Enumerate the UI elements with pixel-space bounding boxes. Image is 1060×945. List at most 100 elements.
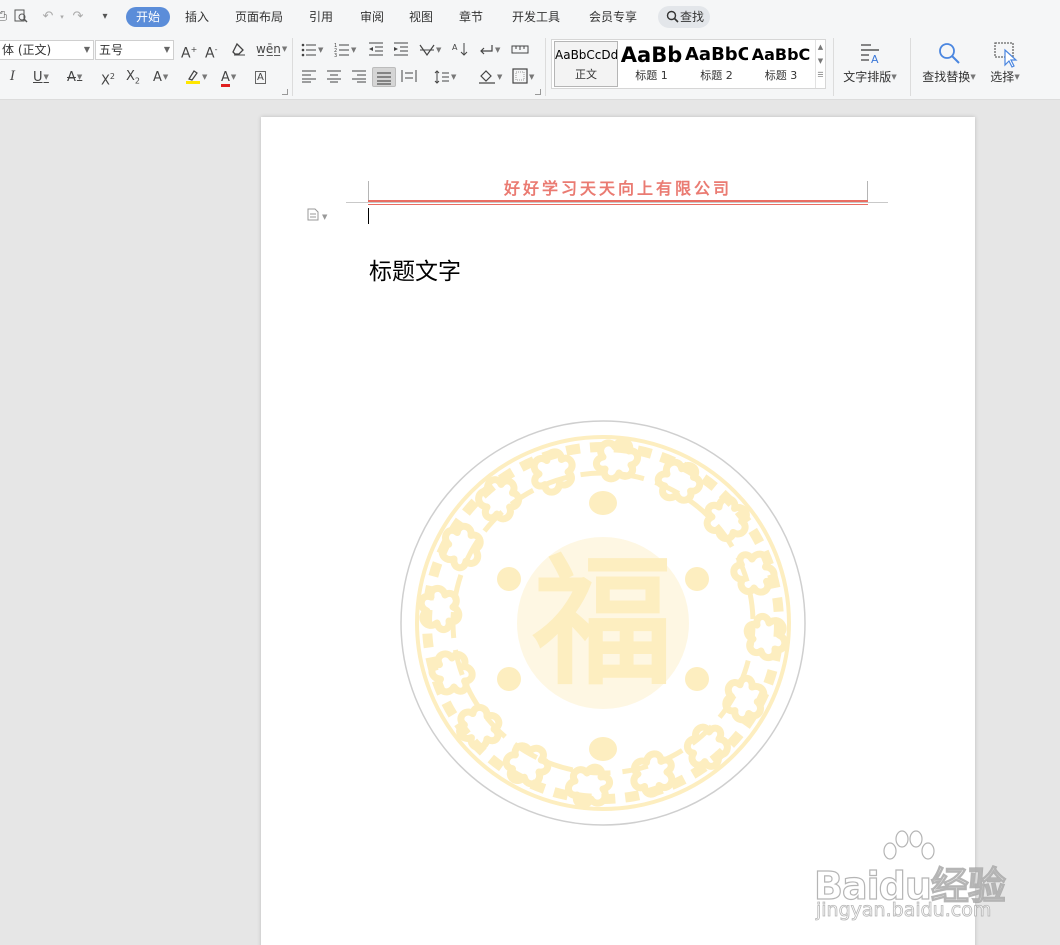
paragraph-layout-icon[interactable]: ▼ xyxy=(307,208,327,224)
ribbon-separator xyxy=(292,38,293,96)
style-label: 标题 2 xyxy=(700,69,733,82)
baidu-watermark: Baidu经验 jingyan.baidu.com xyxy=(810,825,1010,925)
align-left-icon[interactable] xyxy=(301,68,317,86)
text-layout-button[interactable]: A 文字排版▼ xyxy=(840,40,900,85)
customize-quick-access-icon[interactable]: ▾ xyxy=(97,9,113,25)
bullet-list-icon[interactable]: ▼ xyxy=(301,41,323,59)
tab-references[interactable]: 引用 xyxy=(307,7,335,27)
header-boundary-line xyxy=(346,202,888,203)
tab-review[interactable]: 审阅 xyxy=(358,7,386,27)
text-layout-label: 文字排版 xyxy=(843,70,892,84)
print-icon[interactable]: ⎙ xyxy=(0,9,10,25)
gallery-expand-icon[interactable]: ☰ xyxy=(816,68,825,82)
subscript-icon[interactable]: X2 xyxy=(126,68,140,86)
table-ruler-icon[interactable] xyxy=(511,41,529,59)
style-sample: AaBb xyxy=(620,43,683,67)
tab-chapter[interactable]: 章节 xyxy=(457,7,485,27)
font-size-value: 五号 xyxy=(99,43,124,57)
sort-icon[interactable]: A xyxy=(452,41,468,59)
svg-text:A: A xyxy=(452,43,458,52)
borders-icon[interactable]: ▼ xyxy=(512,68,534,86)
print-preview-icon[interactable] xyxy=(13,9,29,25)
tab-insert[interactable]: 插入 xyxy=(183,7,211,27)
style-heading-2[interactable]: AaBbC 标题 2 xyxy=(685,41,748,87)
tab-home[interactable]: 开始 xyxy=(126,7,171,27)
ribbon-separator xyxy=(910,38,911,96)
find-replace-button[interactable]: 查找替换▼ xyxy=(918,40,980,85)
strikethrough-icon[interactable]: A▼ xyxy=(67,68,82,86)
chevron-up-icon[interactable]: ▲ xyxy=(816,40,825,54)
style-sample: AaBbCcDd xyxy=(555,48,617,62)
style-heading-1[interactable]: AaBb 标题 1 xyxy=(620,41,683,87)
chevron-down-icon[interactable]: ▼ xyxy=(816,54,825,68)
font-dialog-launcher[interactable] xyxy=(282,89,288,95)
text-cursor xyxy=(368,208,369,224)
fu-seal-image[interactable]: 福 xyxy=(399,419,807,827)
font-color-icon[interactable]: A▼ xyxy=(221,68,236,87)
search-icon xyxy=(666,10,679,23)
tab-developer-tools[interactable]: 开发工具 xyxy=(510,7,562,27)
svg-text:3: 3 xyxy=(334,53,337,57)
style-sample: AaBbC xyxy=(685,44,748,65)
text-effect-icon[interactable]: A▼ xyxy=(153,68,168,86)
ribbon-separator xyxy=(545,38,546,96)
search-label: 查找 xyxy=(680,10,705,24)
document-title[interactable]: 标题文字 xyxy=(369,252,461,286)
header-company-name[interactable]: 好好学习天天向上有限公司 xyxy=(261,175,975,199)
style-label: 正文 xyxy=(575,68,597,81)
redo-icon[interactable]: ↷ xyxy=(70,9,86,25)
chinese-layout-icon[interactable]: ▼ xyxy=(419,41,441,59)
tab-page-layout[interactable]: 页面布局 xyxy=(233,7,285,27)
header-red-rule-thin xyxy=(368,204,868,205)
seal-character: 福 xyxy=(532,541,673,705)
paragraph-dialog-launcher[interactable] xyxy=(535,89,541,95)
italic-icon[interactable]: I xyxy=(10,68,15,86)
distributed-align-icon[interactable] xyxy=(401,68,417,86)
font-name-select[interactable]: 体 (正文) ▼ xyxy=(0,40,94,60)
ribbon-separator xyxy=(833,38,834,96)
ribbon-toolbar: 体 (正文) ▼ 五号 ▼ A+ A- w̲ē̲n̲▼ I U▼ A▼ X2 X2 … xyxy=(0,34,1060,100)
find-replace-label: 查找替换 xyxy=(922,70,971,84)
font-size-select[interactable]: 五号 ▼ xyxy=(95,40,174,60)
style-heading-3[interactable]: AaBbC 标题 3 xyxy=(750,41,812,87)
align-center-icon[interactable] xyxy=(326,68,342,86)
numbered-list-icon[interactable]: 1 2 3 ▼ xyxy=(334,41,356,59)
text-layout-icon: A xyxy=(861,44,879,66)
select-cursor-icon xyxy=(994,42,1018,68)
highlight-color-icon[interactable]: ▼ xyxy=(185,68,207,86)
chevron-down-icon: ▼ xyxy=(163,45,170,54)
styles-gallery-scroll[interactable]: ▲ ▼ ☰ xyxy=(815,40,825,88)
undo-dropdown-icon[interactable]: ▾ xyxy=(54,9,70,25)
tab-member-exclusive[interactable]: 会员专享 xyxy=(587,7,639,27)
show-paragraph-marks-icon[interactable]: ▼ xyxy=(478,41,500,59)
search-button[interactable]: 查找 xyxy=(658,6,710,28)
line-spacing-icon[interactable]: ▼ xyxy=(434,68,456,86)
superscript-icon[interactable]: X2 xyxy=(101,68,115,88)
tab-view[interactable]: 视图 xyxy=(407,7,435,27)
top-menu-bar: ⎙ ↶ ▾ ↷ ▾ 开始 插入 页面布局 引用 审阅 视图 章节 开发工具 会员… xyxy=(0,0,1060,34)
grow-font-icon[interactable]: A+ xyxy=(181,41,197,62)
increase-indent-icon[interactable] xyxy=(393,41,409,59)
shrink-font-icon[interactable]: A- xyxy=(205,41,217,62)
styles-gallery: AaBbCcDd 正文 AaBb 标题 1 AaBbC 标题 2 AaBbC 标… xyxy=(551,39,826,89)
watermark-url: jingyan.baidu.com xyxy=(816,899,992,922)
shading-icon[interactable]: ▼ xyxy=(478,68,502,86)
search-icon xyxy=(939,43,960,64)
underline-icon[interactable]: U▼ xyxy=(33,68,49,86)
font-name-value: 体 (正文) xyxy=(2,43,52,57)
phonetic-guide-icon[interactable]: w̲ē̲n̲▼ xyxy=(256,40,287,58)
justify-icon[interactable] xyxy=(372,67,396,87)
document-page[interactable]: 好好学习天天向上有限公司 ▼ 标题文字 福 xyxy=(261,117,975,945)
style-label: 标题 3 xyxy=(764,69,798,82)
clear-format-icon[interactable] xyxy=(231,41,247,59)
svg-text:A: A xyxy=(871,53,879,66)
style-sample: AaBbC xyxy=(751,45,811,64)
align-right-icon[interactable] xyxy=(351,68,367,86)
decrease-indent-icon[interactable] xyxy=(368,41,384,59)
select-label: 选择 xyxy=(990,70,1015,84)
select-button[interactable]: 选择▼ xyxy=(985,40,1025,85)
character-border-icon[interactable]: A xyxy=(255,68,266,86)
style-label: 标题 1 xyxy=(635,69,668,82)
chevron-down-icon: ▼ xyxy=(83,45,90,54)
style-normal[interactable]: AaBbCcDd 正文 xyxy=(554,41,618,87)
